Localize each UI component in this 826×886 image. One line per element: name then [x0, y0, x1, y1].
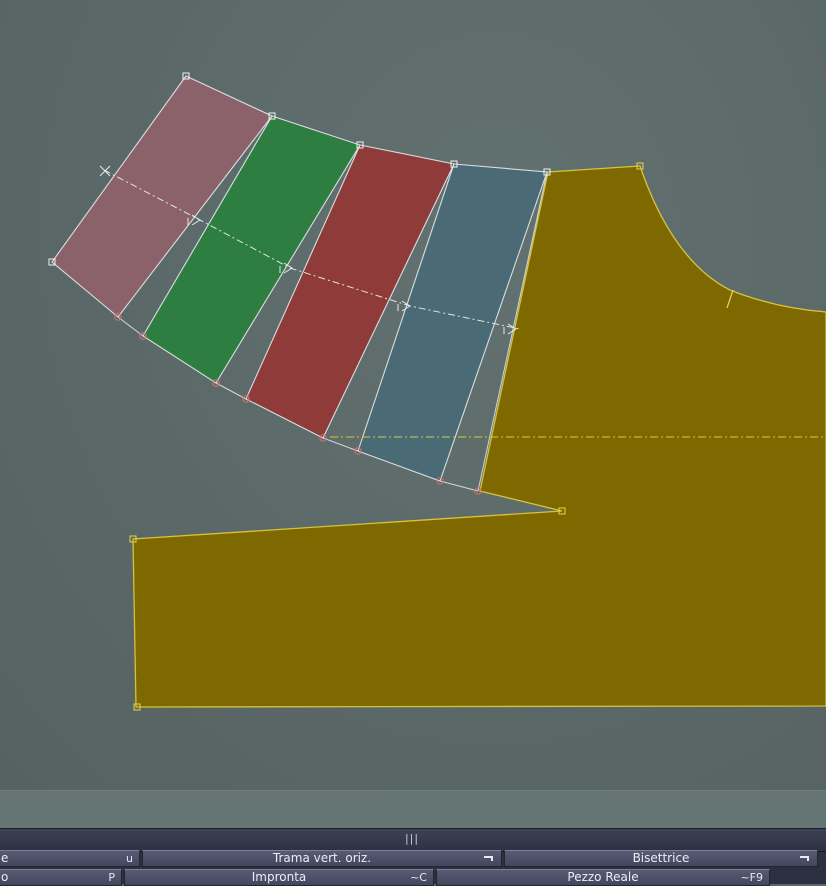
panel-splitter[interactable]: |||: [0, 828, 826, 852]
toolbar-button-o[interactable]: o P: [0, 869, 122, 886]
flag-icon: [484, 856, 493, 861]
button-label: Pezzo Reale: [567, 870, 639, 884]
bottom-toolbar: ||| e u Trama vert. oriz. Bisettrice o P…: [0, 828, 826, 886]
pattern-drawing[interactable]: [0, 0, 826, 790]
shortcut-key: ~F9: [740, 871, 763, 884]
seam-line[interactable]: [439, 480, 479, 492]
grip-icon[interactable]: |||: [402, 833, 422, 845]
shortcut-key: u: [126, 852, 133, 865]
seam-line[interactable]: [322, 437, 359, 452]
shortcut-key: P: [108, 871, 115, 884]
flag-icon: [800, 856, 809, 861]
button-label: Bisettrice: [632, 851, 690, 865]
impronta-button[interactable]: Impronta ~C: [124, 869, 434, 886]
drawing-canvas[interactable]: [0, 0, 826, 790]
canvas-bottom-margin: [0, 790, 826, 829]
button-label: Impronta: [251, 870, 307, 884]
seam-line[interactable]: [215, 382, 247, 400]
pezzo-reale-button[interactable]: Pezzo Reale ~F9: [436, 869, 770, 886]
trama-vert-oriz-button[interactable]: Trama vert. oriz.: [142, 850, 502, 867]
button-label: e: [1, 851, 9, 865]
bisettrice-button[interactable]: Bisettrice: [504, 850, 818, 867]
button-label: o: [1, 870, 9, 884]
toolbar-button-e[interactable]: e u: [0, 850, 140, 867]
seam-line[interactable]: [117, 316, 144, 337]
shortcut-key: ~C: [410, 871, 427, 884]
button-label: Trama vert. oriz.: [272, 851, 372, 865]
